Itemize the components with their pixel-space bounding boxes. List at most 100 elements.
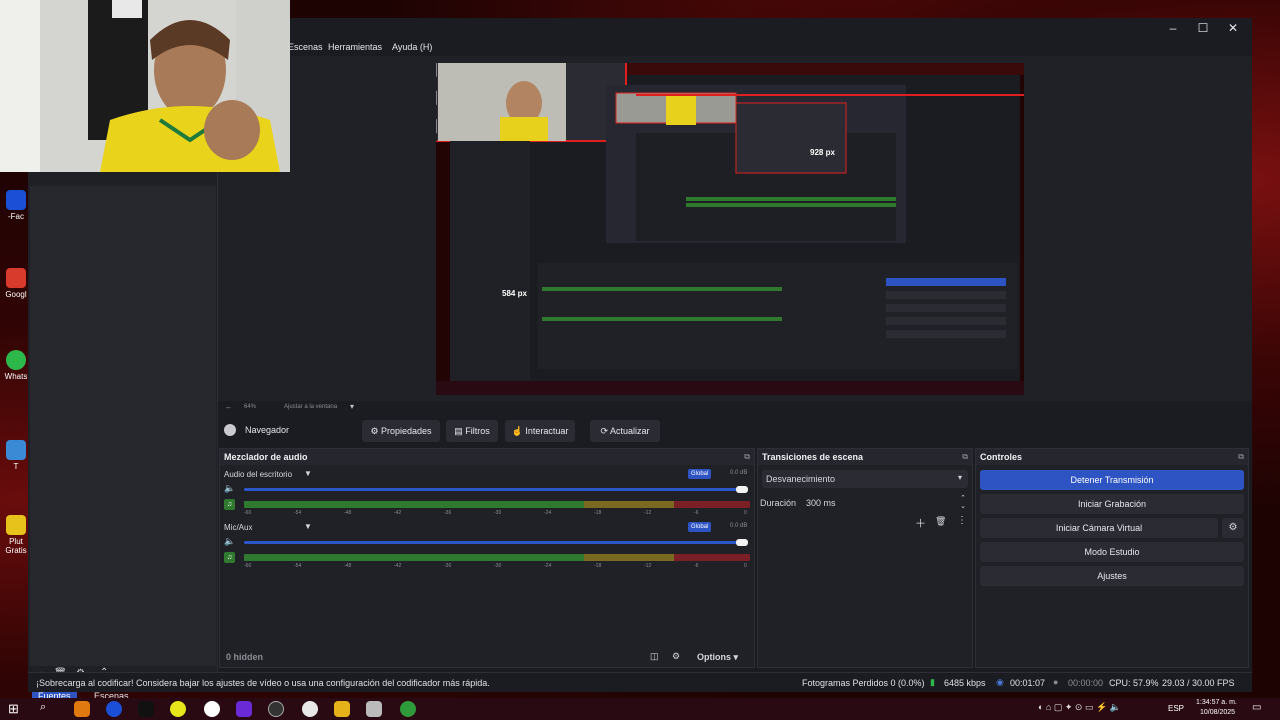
close-button[interactable]: ✕ bbox=[1224, 21, 1242, 35]
meter-scale: -60 -54 -48 -42 -36 -30 -24 -18 -12 -6 0 bbox=[244, 563, 747, 569]
chrome-icon[interactable] bbox=[400, 701, 416, 717]
menu-help[interactable]: Ayuda (H) bbox=[392, 42, 432, 52]
source-toolbar: Navegador ⚙ Propiedades ▤ Filtros ☝ Inte… bbox=[218, 418, 1252, 444]
chevron-down-icon[interactable]: ⌄ bbox=[960, 502, 966, 510]
speaker-icon[interactable]: 🔈 bbox=[224, 536, 235, 547]
properties-button[interactable]: ⚙ Propiedades bbox=[362, 420, 440, 442]
status-bar: ¡Sobrecarga al codificar! Considera baja… bbox=[28, 672, 1252, 692]
meter-scale: -60 -54 -48 -42 -36 -30 -24 -18 -12 -6 0 bbox=[244, 510, 747, 516]
channel-db-value: 0.0 dB bbox=[730, 523, 748, 529]
transitions-panel: Transiciones de escena ⧉ Desvanecimiento… bbox=[757, 448, 973, 668]
obs-icon[interactable] bbox=[268, 701, 284, 717]
minimize-button[interactable]: – bbox=[1164, 21, 1182, 35]
nested-preview-image bbox=[436, 63, 1024, 395]
monitor-headphones-icon[interactable]: ♫ bbox=[224, 552, 235, 563]
stream-icon: ◉ bbox=[996, 677, 1004, 687]
dropped-frames: Fotogramas Perdidos 0 (0.0%) bbox=[802, 678, 925, 688]
stop-streaming-button[interactable]: Detener Transmisión bbox=[980, 470, 1244, 490]
pluto-tv-icon bbox=[6, 515, 26, 535]
desktop-icon-google[interactable]: Googl bbox=[2, 268, 30, 299]
speaker-icon[interactable]: 🔈 bbox=[224, 483, 235, 494]
volume-slider[interactable] bbox=[244, 541, 744, 544]
volume-slider-knob[interactable] bbox=[736, 539, 748, 546]
language-indicator[interactable]: ESP bbox=[1168, 704, 1184, 713]
controls-title: Controles bbox=[980, 452, 1023, 462]
sources-list[interactable] bbox=[30, 186, 216, 666]
app-icon[interactable] bbox=[302, 701, 318, 717]
monitor-headphones-icon[interactable]: ♫ bbox=[224, 499, 235, 510]
whatsapp-icon[interactable] bbox=[204, 701, 220, 717]
canvas-height-label: 584 px bbox=[502, 289, 527, 298]
channel-name: Audio del escritorio bbox=[224, 470, 293, 479]
navigator-label: Navegador bbox=[245, 425, 290, 435]
chevron-down-icon[interactable]: ▼ bbox=[304, 469, 312, 478]
interact-button[interactable]: ☝ Interactuar bbox=[505, 420, 575, 442]
transition-select[interactable]: Desvanecimiento ▾ bbox=[762, 470, 968, 488]
volume-slider[interactable] bbox=[244, 488, 744, 491]
maximize-button[interactable]: ☐ bbox=[1194, 21, 1212, 35]
desktop-icon-pluto[interactable]: Plut Gratis bbox=[2, 515, 30, 555]
settings-button[interactable]: Ajustes bbox=[980, 566, 1244, 586]
app-icon[interactable] bbox=[366, 701, 382, 717]
start-recording-button[interactable]: Iniciar Grabación bbox=[980, 494, 1244, 514]
cursor-icon: ☝ bbox=[511, 426, 526, 436]
audio-mixer-header: Mezclador de audio ⧉ bbox=[220, 449, 754, 465]
search-icon[interactable]: ⌕ bbox=[40, 701, 46, 714]
filters-button[interactable]: ▤ Filtros bbox=[446, 420, 498, 442]
refresh-button[interactable]: ⟳ Actualizar bbox=[590, 420, 660, 442]
taskbar: ⊞ ⌕ ◐ ⌂ ▢ ✦ ⊙ ▭ ⚡ 🔈 ESP 1:34:57 a. m. 10… bbox=[0, 698, 1280, 720]
mixer-global-badge[interactable]: Global bbox=[688, 469, 712, 479]
notifications-icon[interactable]: ▭ bbox=[1252, 702, 1261, 713]
clock-date[interactable]: 10/08/2025 bbox=[1200, 709, 1235, 716]
add-icon[interactable]: ＋ bbox=[915, 515, 926, 531]
google-chrome-icon bbox=[6, 268, 26, 288]
layout-icon[interactable]: ◫ bbox=[650, 651, 659, 662]
navigator-icon bbox=[224, 424, 236, 436]
audio-mixer-panel: Mezclador de audio ⧉ Audio del escritori… bbox=[219, 448, 755, 668]
duration-spinbox[interactable]: 300 ms ⌃ ⌄ bbox=[802, 494, 968, 512]
menu-scenes[interactable]: Escenas bbox=[288, 42, 323, 52]
transitions-header: Transiciones de escena ⧉ bbox=[758, 449, 972, 465]
controls-header: Controles ⧉ bbox=[976, 449, 1248, 465]
app-icon bbox=[6, 440, 26, 460]
mixer-options-button[interactable]: Options ▾ bbox=[697, 652, 738, 663]
desktop-icon-facebook[interactable]: -Fac bbox=[2, 190, 30, 221]
preview-area[interactable]: 928 px 584 px bbox=[218, 56, 1252, 401]
float-dock-icon[interactable]: ⧉ bbox=[1238, 452, 1244, 462]
search-app-icon[interactable] bbox=[74, 701, 90, 717]
webcam-image bbox=[0, 0, 290, 172]
app-icon[interactable] bbox=[170, 701, 186, 717]
stream-time: 00:01:07 bbox=[1010, 678, 1046, 688]
preview-canvas[interactable]: 928 px 584 px bbox=[436, 63, 1024, 395]
desktop-icon-whatsapp[interactable]: Whats bbox=[2, 350, 30, 381]
float-dock-icon[interactable]: ⧉ bbox=[962, 452, 968, 462]
gear-icon[interactable]: ⚙ bbox=[1222, 518, 1244, 538]
chevron-down-icon[interactable]: ▼ bbox=[304, 522, 312, 531]
folder-icon[interactable] bbox=[334, 701, 350, 717]
twitch-icon[interactable] bbox=[236, 701, 252, 717]
zoom-out-icon[interactable]: – bbox=[226, 403, 230, 412]
zoom-level: 64% bbox=[244, 404, 257, 410]
fit-window-label[interactable]: Ajustar a la ventana bbox=[284, 404, 337, 410]
advanced-audio-icon[interactable]: ⚙ bbox=[672, 651, 680, 662]
menu-tools[interactable]: Herramientas bbox=[328, 42, 382, 52]
chevron-down-icon[interactable]: ▾ bbox=[350, 402, 354, 411]
channel-name: Mic/Aux bbox=[224, 523, 253, 532]
windows-start-icon[interactable]: ⊞ bbox=[8, 701, 19, 717]
studio-mode-button[interactable]: Modo Estudio bbox=[980, 542, 1244, 562]
tiktok-icon[interactable] bbox=[138, 701, 154, 717]
mixer-global-badge[interactable]: Global bbox=[688, 522, 712, 532]
trash-icon[interactable]: 🗑 bbox=[935, 516, 946, 527]
facebook-icon[interactable] bbox=[106, 701, 122, 717]
float-dock-icon[interactable]: ⧉ bbox=[744, 452, 750, 462]
chevron-up-icon[interactable]: ⌃ bbox=[960, 494, 966, 502]
kebab-menu-icon[interactable]: ⋮ bbox=[957, 515, 967, 526]
volume-slider-knob[interactable] bbox=[736, 486, 748, 493]
tray-icons[interactable]: ◐ ⌂ ▢ ✦ ⊙ ▭ ⚡ 🔈 bbox=[1038, 702, 1121, 713]
start-virtual-camera-button[interactable]: Iniciar Cámara Virtual bbox=[980, 518, 1218, 538]
hidden-count: 0 hidden bbox=[226, 652, 264, 662]
controls-panel: Controles ⧉ Detener Transmisión Iniciar … bbox=[975, 448, 1249, 668]
clock-time[interactable]: 1:34:57 a. m. bbox=[1196, 699, 1237, 706]
desktop-icon-t[interactable]: T bbox=[2, 440, 30, 471]
duration-label: Duración bbox=[760, 498, 797, 508]
